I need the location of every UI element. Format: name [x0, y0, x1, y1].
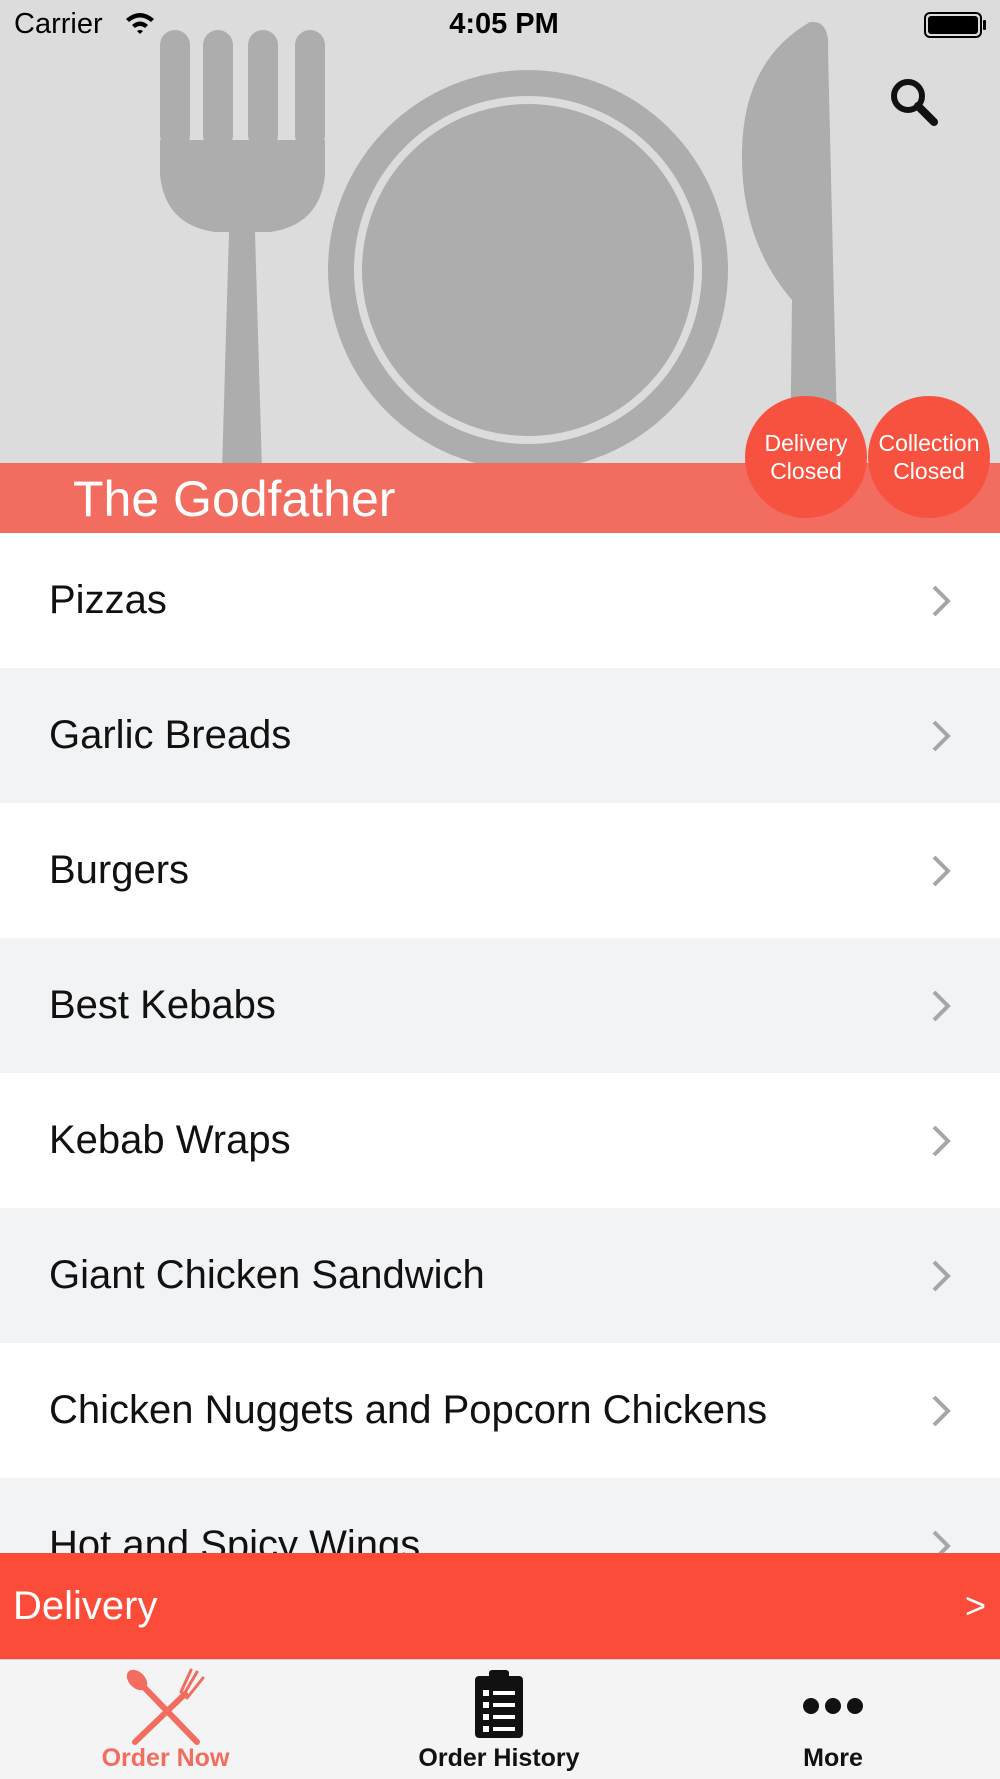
- category-row-garlic-breads[interactable]: Garlic Breads: [0, 668, 1000, 803]
- search-button[interactable]: [884, 72, 944, 132]
- chevron-right-icon: [932, 1395, 951, 1427]
- tab-label-more: More: [803, 1744, 863, 1772]
- chevron-right-icon: [932, 1125, 951, 1157]
- chevron-right-icon: [932, 1530, 951, 1553]
- delivery-status-line2: Closed: [770, 458, 842, 484]
- chevron-right-icon: [932, 585, 951, 617]
- tab-order-history[interactable]: Order History: [382, 1660, 616, 1779]
- menu-category-list[interactable]: Pizzas Garlic Breads Burgers Best Kebabs…: [0, 533, 1000, 1553]
- tab-more[interactable]: More: [748, 1660, 918, 1779]
- search-icon: [891, 79, 938, 126]
- category-label: Chicken Nuggets and Popcorn Chickens: [49, 1388, 768, 1432]
- restaurant-name: The Godfather: [73, 471, 396, 527]
- category-row-burgers[interactable]: Burgers: [0, 803, 1000, 938]
- category-label: Burgers: [49, 848, 190, 892]
- clock: 4:05 PM: [449, 8, 559, 40]
- chevron-right-icon: [932, 720, 951, 752]
- category-label: Garlic Breads: [49, 713, 292, 757]
- collection-status-line2: Closed: [893, 458, 965, 484]
- category-label: Pizzas: [49, 578, 167, 622]
- header-banner: Carrier 4:05 PM The Godfather Delivery C…: [0, 0, 1000, 533]
- collection-status-line1: Collection: [878, 430, 980, 456]
- category-row-best-kebabs[interactable]: Best Kebabs: [0, 938, 1000, 1073]
- delivery-status-badge: Delivery Closed: [745, 396, 867, 518]
- category-label: Best Kebabs: [49, 983, 276, 1027]
- chevron-right-icon: [932, 1260, 951, 1292]
- more-dots-icon: [803, 1698, 863, 1714]
- tab-label-order-now: Order Now: [101, 1744, 230, 1772]
- clipboard-icon: [475, 1670, 523, 1738]
- delivery-status-line1: Delivery: [764, 430, 848, 456]
- category-row-kebab-wraps[interactable]: Kebab Wraps: [0, 1073, 1000, 1208]
- category-label: Giant Chicken Sandwich: [49, 1253, 485, 1297]
- tab-order-now[interactable]: Order Now: [33, 1660, 298, 1779]
- category-row-pizzas[interactable]: Pizzas: [0, 533, 1000, 668]
- category-label: Hot and Spicy Wings: [49, 1523, 421, 1553]
- category-row-giant-chicken-sandwich[interactable]: Giant Chicken Sandwich: [0, 1208, 1000, 1343]
- chevron-right-icon: [932, 855, 951, 887]
- status-bar: Carrier 4:05 PM: [0, 0, 1000, 50]
- chevron-right-icon: [932, 990, 951, 1022]
- collection-status-badge: Collection Closed: [868, 396, 990, 518]
- category-label: Kebab Wraps: [49, 1118, 291, 1162]
- category-row-chicken-nuggets[interactable]: Chicken Nuggets and Popcorn Chickens: [0, 1343, 1000, 1478]
- tab-label-order-history: Order History: [418, 1744, 580, 1772]
- order-mode-bar[interactable]: Delivery >: [0, 1553, 1000, 1659]
- tab-bar: Order Now Order History More: [0, 1659, 1000, 1779]
- battery-icon: [924, 11, 988, 44]
- order-mode-label: Delivery: [13, 1584, 158, 1628]
- fork-spoon-icon: [126, 1668, 204, 1745]
- order-mode-arrow: >: [964, 1585, 986, 1626]
- category-row-hot-spicy-wings[interactable]: Hot and Spicy Wings: [0, 1478, 1000, 1553]
